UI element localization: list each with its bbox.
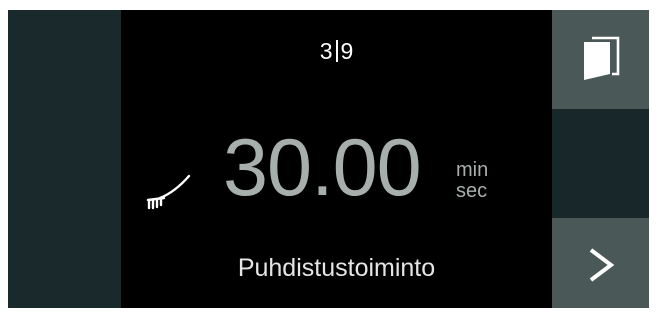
step-counter: 39 [121,38,552,65]
step-current: 3 [319,38,333,64]
right-button-column [552,10,649,308]
unit-sec-label: sec [456,180,488,202]
door-icon [584,36,620,80]
empty-button-slot [552,109,649,218]
brush-icon [146,174,191,210]
program-name: Puhdistustoiminto [237,254,436,282]
play-arrow-icon [589,248,615,282]
next-button[interactable] [552,218,649,308]
oven-display: 39 30.00 min sec Puhdistustoiminto [8,10,649,308]
left-panel [8,10,121,308]
unit-min-label: min [456,159,489,181]
step-separator [335,40,338,62]
step-total: 9 [340,38,354,64]
door-button[interactable] [552,10,649,109]
time-value: 30.00 [223,123,422,213]
